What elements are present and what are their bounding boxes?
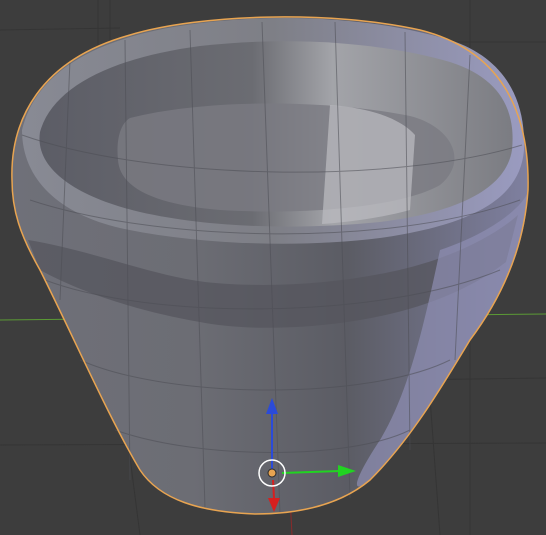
y-axis-handle[interactable] <box>272 479 275 499</box>
cup-mesh[interactable] <box>11 16 529 515</box>
object-origin <box>267 468 277 478</box>
3d-viewport[interactable] <box>0 0 546 535</box>
